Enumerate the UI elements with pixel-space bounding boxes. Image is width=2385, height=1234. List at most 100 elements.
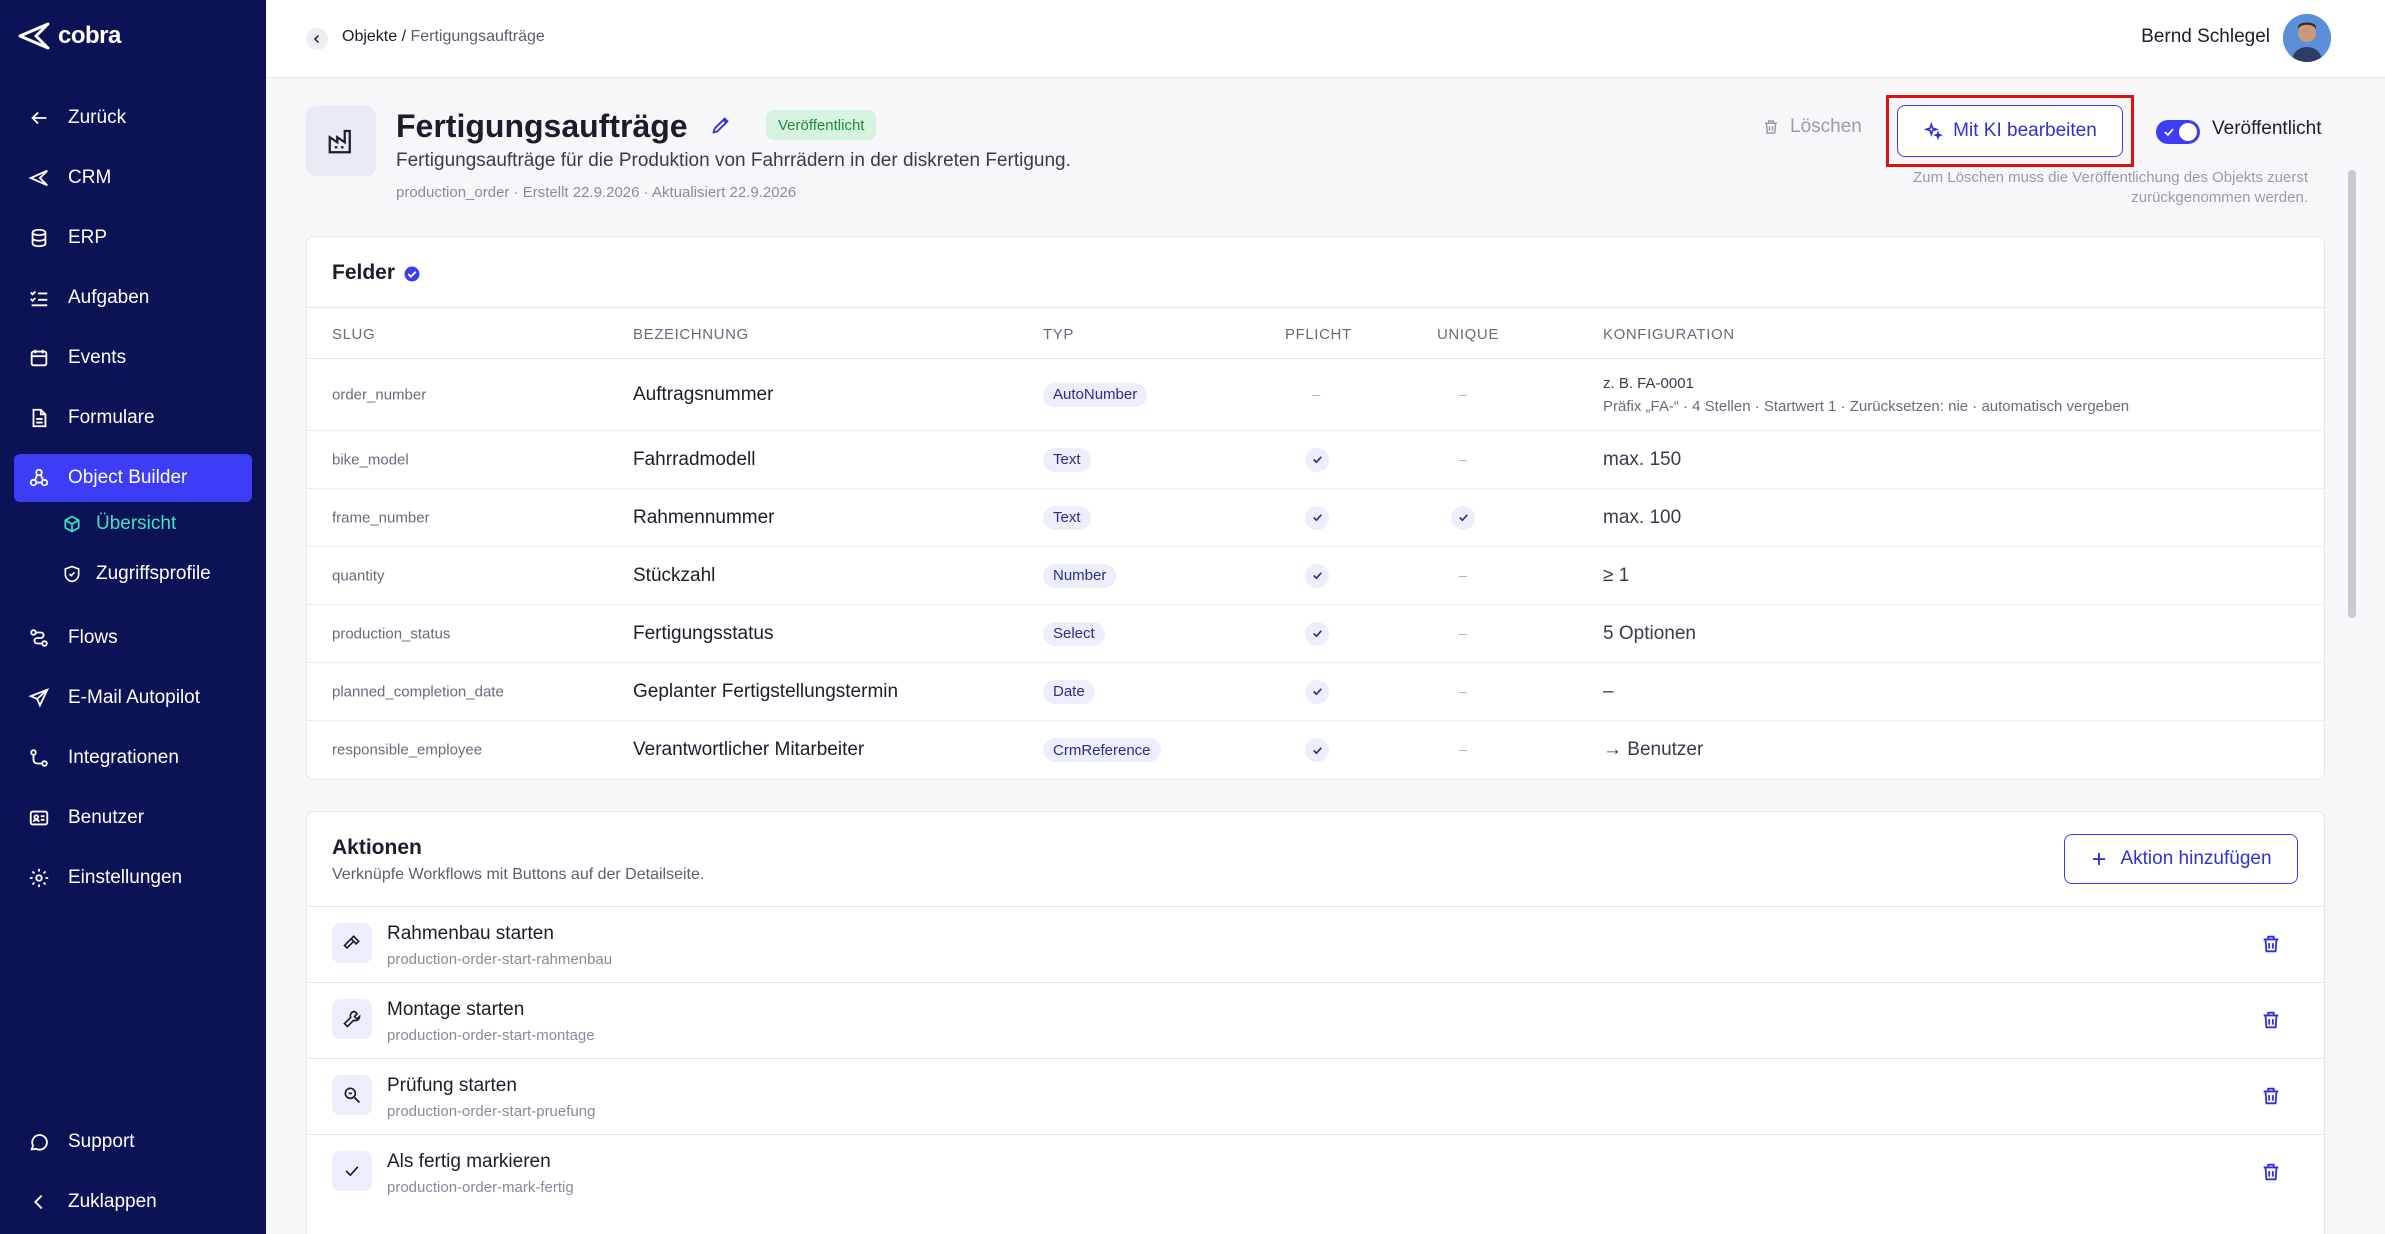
delete-action-button[interactable] bbox=[2260, 1085, 2282, 1107]
field-type-badge: Number bbox=[1043, 563, 1117, 588]
nav-flows[interactable]: Flows bbox=[14, 614, 252, 662]
action-name: Rahmenbau starten bbox=[387, 923, 554, 944]
delete-action-button[interactable] bbox=[2260, 1009, 2282, 1031]
nav-einstellungen[interactable]: Einstellungen bbox=[14, 854, 252, 902]
check-icon bbox=[1312, 514, 1322, 522]
field-config: max. 100 bbox=[1603, 506, 1682, 528]
field-label: Fahrradmodell bbox=[633, 448, 756, 470]
gear-icon bbox=[29, 868, 49, 888]
cobra-logo[interactable]: cobra bbox=[18, 22, 121, 50]
scrollbar[interactable] bbox=[2348, 170, 2356, 618]
check-icon bbox=[1312, 746, 1322, 754]
breadcrumb-back-button[interactable] bbox=[306, 28, 328, 50]
table-row[interactable]: quantity Stückzahl Number – ≥ 1 bbox=[307, 547, 2324, 605]
action-name: Prüfung starten bbox=[387, 1075, 517, 1096]
field-slug: frame_number bbox=[332, 509, 430, 526]
sidebar: cobra Zurück CRM ERP Aufgaben Events For… bbox=[0, 0, 266, 1234]
nav-label: Flows bbox=[68, 627, 118, 648]
add-action-button[interactable]: Aktion hinzufügen bbox=[2064, 834, 2298, 884]
nav-erp[interactable]: ERP bbox=[14, 214, 252, 262]
table-row[interactable]: order_number Auftragsnummer AutoNumber – – z.… bbox=[307, 359, 2324, 431]
publish-toggle[interactable] bbox=[2156, 120, 2200, 144]
column-header-pflicht: PFLICHT bbox=[1285, 326, 1352, 343]
field-type-badge: CrmReference bbox=[1043, 738, 1161, 762]
field-slug: production_status bbox=[332, 625, 451, 642]
file-icon bbox=[32, 408, 47, 428]
unique-dash: – bbox=[1459, 683, 1468, 700]
column-header-unique: UNIQUE bbox=[1437, 326, 1499, 343]
verified-badge-icon bbox=[404, 266, 420, 282]
action-row[interactable]: Montage starten production-order-start-mo… bbox=[307, 982, 2324, 1058]
action-row[interactable]: Prüfung starten production-order-start-pr… bbox=[307, 1058, 2324, 1134]
unique-dash: – bbox=[1459, 625, 1468, 642]
check-icon bbox=[1312, 688, 1322, 696]
status-badge: Veröffentlicht bbox=[766, 110, 877, 140]
check-icon bbox=[345, 1166, 359, 1177]
calendar-icon bbox=[30, 349, 48, 367]
toggle-knob bbox=[2179, 123, 2197, 141]
cube-icon bbox=[64, 515, 80, 533]
field-type-badge: Select bbox=[1043, 621, 1105, 646]
nav-email-autopilot[interactable]: E-Mail Autopilot bbox=[14, 674, 252, 722]
delete-label: Löschen bbox=[1790, 116, 1862, 137]
breadcrumb-root[interactable]: Objekte bbox=[342, 28, 397, 45]
action-row[interactable]: Als fertig markieren production-order-mar… bbox=[307, 1134, 2324, 1210]
action-slug: production-order-start-montage bbox=[387, 1027, 595, 1044]
action-slug: production-order-start-pruefung bbox=[387, 1103, 596, 1120]
flows-icon bbox=[30, 629, 48, 647]
trash-icon bbox=[2263, 1163, 2279, 1181]
field-label: Auftragsnummer bbox=[633, 383, 774, 405]
nav-object-builder[interactable]: Object Builder bbox=[14, 454, 252, 502]
table-row[interactable]: production_status Fertigungsstatus Select –… bbox=[307, 605, 2324, 663]
edit-title-button[interactable] bbox=[710, 114, 732, 136]
delete-action-button[interactable] bbox=[2260, 1161, 2282, 1183]
nav-label: Support bbox=[68, 1131, 135, 1152]
check-icon bbox=[1312, 572, 1322, 580]
nav-integrationen[interactable]: Integrationen bbox=[14, 734, 252, 782]
nav-crm[interactable]: CRM bbox=[14, 154, 252, 202]
object-icon-tile bbox=[306, 106, 376, 176]
nav-benutzer[interactable]: Benutzer bbox=[14, 794, 252, 842]
delete-action-button[interactable] bbox=[2260, 933, 2282, 955]
nav-aufgaben[interactable]: Aufgaben bbox=[14, 274, 252, 322]
unique-dash: – bbox=[1459, 741, 1468, 759]
field-config: z. B. FA-0001 Präfix „FA-“ · 4 Stellen · … bbox=[1603, 375, 2129, 415]
column-header-typ: TYP bbox=[1043, 326, 1074, 343]
pflicht-check bbox=[1305, 738, 1329, 762]
field-slug: order_number bbox=[332, 386, 427, 403]
nav-back[interactable]: Zurück bbox=[14, 94, 252, 142]
action-icon-tile bbox=[332, 999, 372, 1039]
chevron-left-icon bbox=[34, 1194, 43, 1210]
edit-with-ai-label: Mit KI bearbeiten bbox=[1953, 120, 2097, 141]
column-header-bezeichnung: BEZEICHNUNG bbox=[633, 326, 749, 343]
nav-label: Formulare bbox=[68, 407, 155, 428]
main-content: Fertigungsaufträge Veröffentlicht Fertig… bbox=[266, 78, 2362, 1234]
field-label: Verantwortlicher Mitarbeiter bbox=[633, 739, 865, 760]
avatar[interactable] bbox=[2283, 14, 2331, 62]
table-row[interactable]: bike_model Fahrradmodell Text – max. 150 bbox=[307, 431, 2324, 489]
config-details: Präfix „FA-“ · 4 Stellen · Startwert 1 ·… bbox=[1603, 397, 2130, 415]
table-row[interactable]: responsible_employee Verantwortlicher Mit… bbox=[307, 721, 2324, 779]
nav-sub-uebersicht[interactable]: Übersicht bbox=[62, 504, 176, 544]
table-row[interactable]: frame_number Rahmennummer Text max. 100 bbox=[307, 489, 2324, 547]
field-type-badge: Date bbox=[1043, 679, 1095, 704]
nav-formulare[interactable]: Formulare bbox=[14, 394, 252, 442]
nav-sub-zugriffsprofile[interactable]: Zugriffsprofile bbox=[62, 554, 211, 594]
user-name[interactable]: Bernd Schlegel bbox=[2141, 26, 2270, 48]
field-label: Fertigungsstatus bbox=[633, 622, 774, 644]
nav-support[interactable]: Support bbox=[14, 1118, 252, 1166]
nav-collapse[interactable]: Zuklappen bbox=[14, 1178, 252, 1226]
column-header-konfiguration: KONFIGURATION bbox=[1603, 326, 1735, 343]
cobra-logo-icon bbox=[18, 22, 50, 50]
pflicht-check bbox=[1305, 621, 1329, 646]
fields-card: Felder SLUG BEZEICHNUNG TYP PFLICHT UNIQ… bbox=[306, 236, 2325, 780]
field-slug: planned_completion_date bbox=[332, 683, 504, 700]
action-row[interactable]: Rahmenbau starten production-order-start-… bbox=[307, 906, 2324, 982]
id-card-icon bbox=[29, 810, 49, 826]
table-row[interactable]: planned_completion_date Geplanter Fertigs… bbox=[307, 663, 2324, 721]
edit-with-ai-button[interactable]: Mit KI bearbeiten bbox=[1897, 105, 2123, 157]
nav-events[interactable]: Events bbox=[14, 334, 252, 382]
factory-icon bbox=[328, 129, 351, 154]
top-bar: Objekte / Fertigungsaufträge Bernd Schle… bbox=[266, 0, 2385, 78]
delete-button[interactable]: Löschen bbox=[1762, 116, 1862, 138]
